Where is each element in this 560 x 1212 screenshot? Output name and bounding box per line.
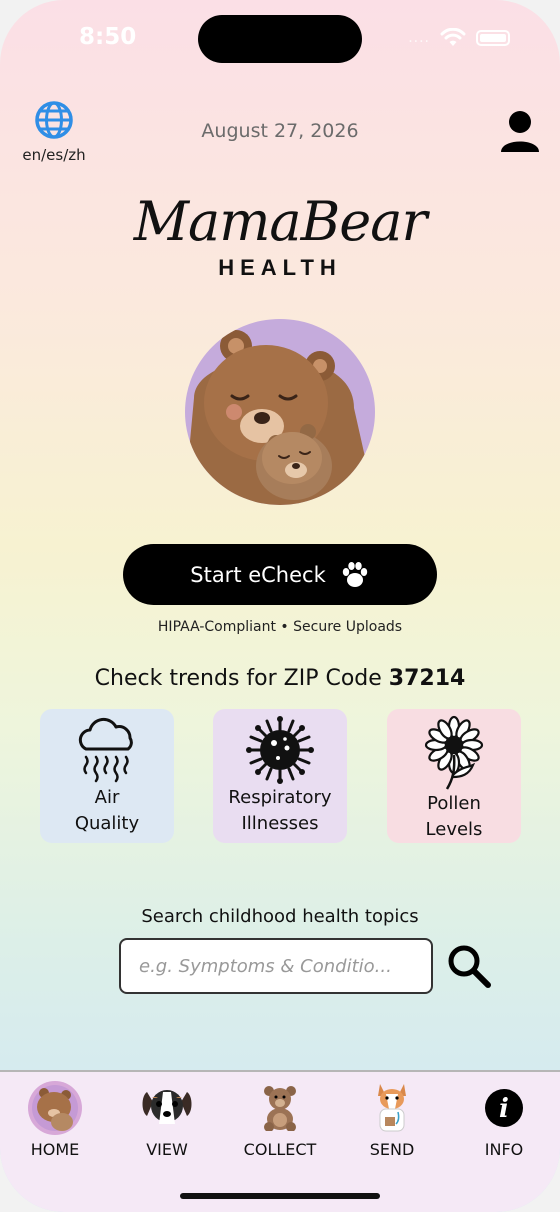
pollen-levels-card[interactable]: Pollen Levels	[387, 709, 521, 843]
tab-collect[interactable]: COLLECT	[230, 1080, 330, 1159]
air-quality-card[interactable]: Air Quality	[40, 709, 174, 843]
air-quality-label-2: Quality	[74, 813, 140, 834]
tab-home[interactable]: HOME	[5, 1080, 105, 1159]
language-label: en/es/zh	[22, 146, 86, 164]
bear-hug-icon	[28, 1081, 82, 1135]
tab-info[interactable]: i INFO	[454, 1080, 554, 1159]
bottom-tab-bar: HOME VIEW COLLECT SEND i INFO	[0, 1070, 560, 1212]
battery-icon	[476, 30, 510, 46]
flower-icon	[424, 715, 484, 790]
status-indicators: ....	[408, 28, 510, 48]
mama-bear-illustration	[185, 319, 375, 505]
magnifier-icon[interactable]	[446, 943, 492, 989]
person-icon[interactable]	[500, 110, 540, 154]
info-icon: i	[485, 1089, 523, 1127]
current-date: August 27, 2026	[201, 120, 359, 142]
search-input[interactable]	[119, 938, 433, 994]
pollen-label-2: Levels	[425, 819, 483, 840]
tab-view-label: VIEW	[146, 1140, 188, 1159]
pollen-label-1: Pollen	[427, 793, 481, 814]
air-quality-label-1: Air	[94, 787, 120, 808]
corgi-doctor-icon	[378, 1084, 406, 1132]
respiratory-illnesses-card[interactable]: Respiratory Illnesses	[213, 709, 347, 843]
tab-send-label: SEND	[369, 1140, 415, 1159]
search-label: Search childhood health topics	[141, 906, 419, 927]
cloud-icon	[78, 717, 133, 783]
hipaa-note: HIPAA-Compliant • Secure Uploads	[157, 619, 403, 635]
status-time: 8:50	[79, 24, 137, 50]
logo-sub: HEALTH	[218, 255, 342, 280]
zip-prefix: Check trends for ZIP Code	[94, 666, 389, 691]
start-echeck-label: Start eCheck	[190, 562, 326, 587]
respiratory-label-1: Respiratory	[228, 787, 332, 808]
zip-code: 37214	[388, 666, 466, 691]
logo-script: MamaBear	[133, 190, 428, 253]
virus-icon	[246, 716, 314, 784]
respiratory-label-2: Illnesses	[241, 813, 319, 834]
paw-icon	[342, 561, 367, 587]
tab-home-label: HOME	[30, 1140, 80, 1159]
wifi-icon	[440, 28, 466, 46]
start-echeck-button[interactable]: Start eCheck	[123, 544, 437, 605]
dog-face-icon	[142, 1090, 192, 1124]
teddy-bear-icon	[264, 1086, 296, 1131]
tab-send[interactable]: SEND	[342, 1080, 442, 1159]
svg-text:i: i	[499, 1094, 509, 1124]
zip-trends-heading: Check trends for ZIP Code 37214	[0, 666, 560, 691]
tab-collect-label: COLLECT	[243, 1140, 317, 1159]
dynamic-island	[198, 15, 362, 63]
tab-info-label: INFO	[484, 1140, 524, 1159]
home-indicator[interactable]	[180, 1193, 380, 1199]
signal-icon: ....	[408, 30, 430, 46]
app-screen: 8:50 .... en/es/zh August 27, 2026 MamaB…	[0, 0, 560, 1212]
app-logo: MamaBear HEALTH	[0, 195, 560, 281]
tab-view[interactable]: VIEW	[117, 1080, 217, 1159]
